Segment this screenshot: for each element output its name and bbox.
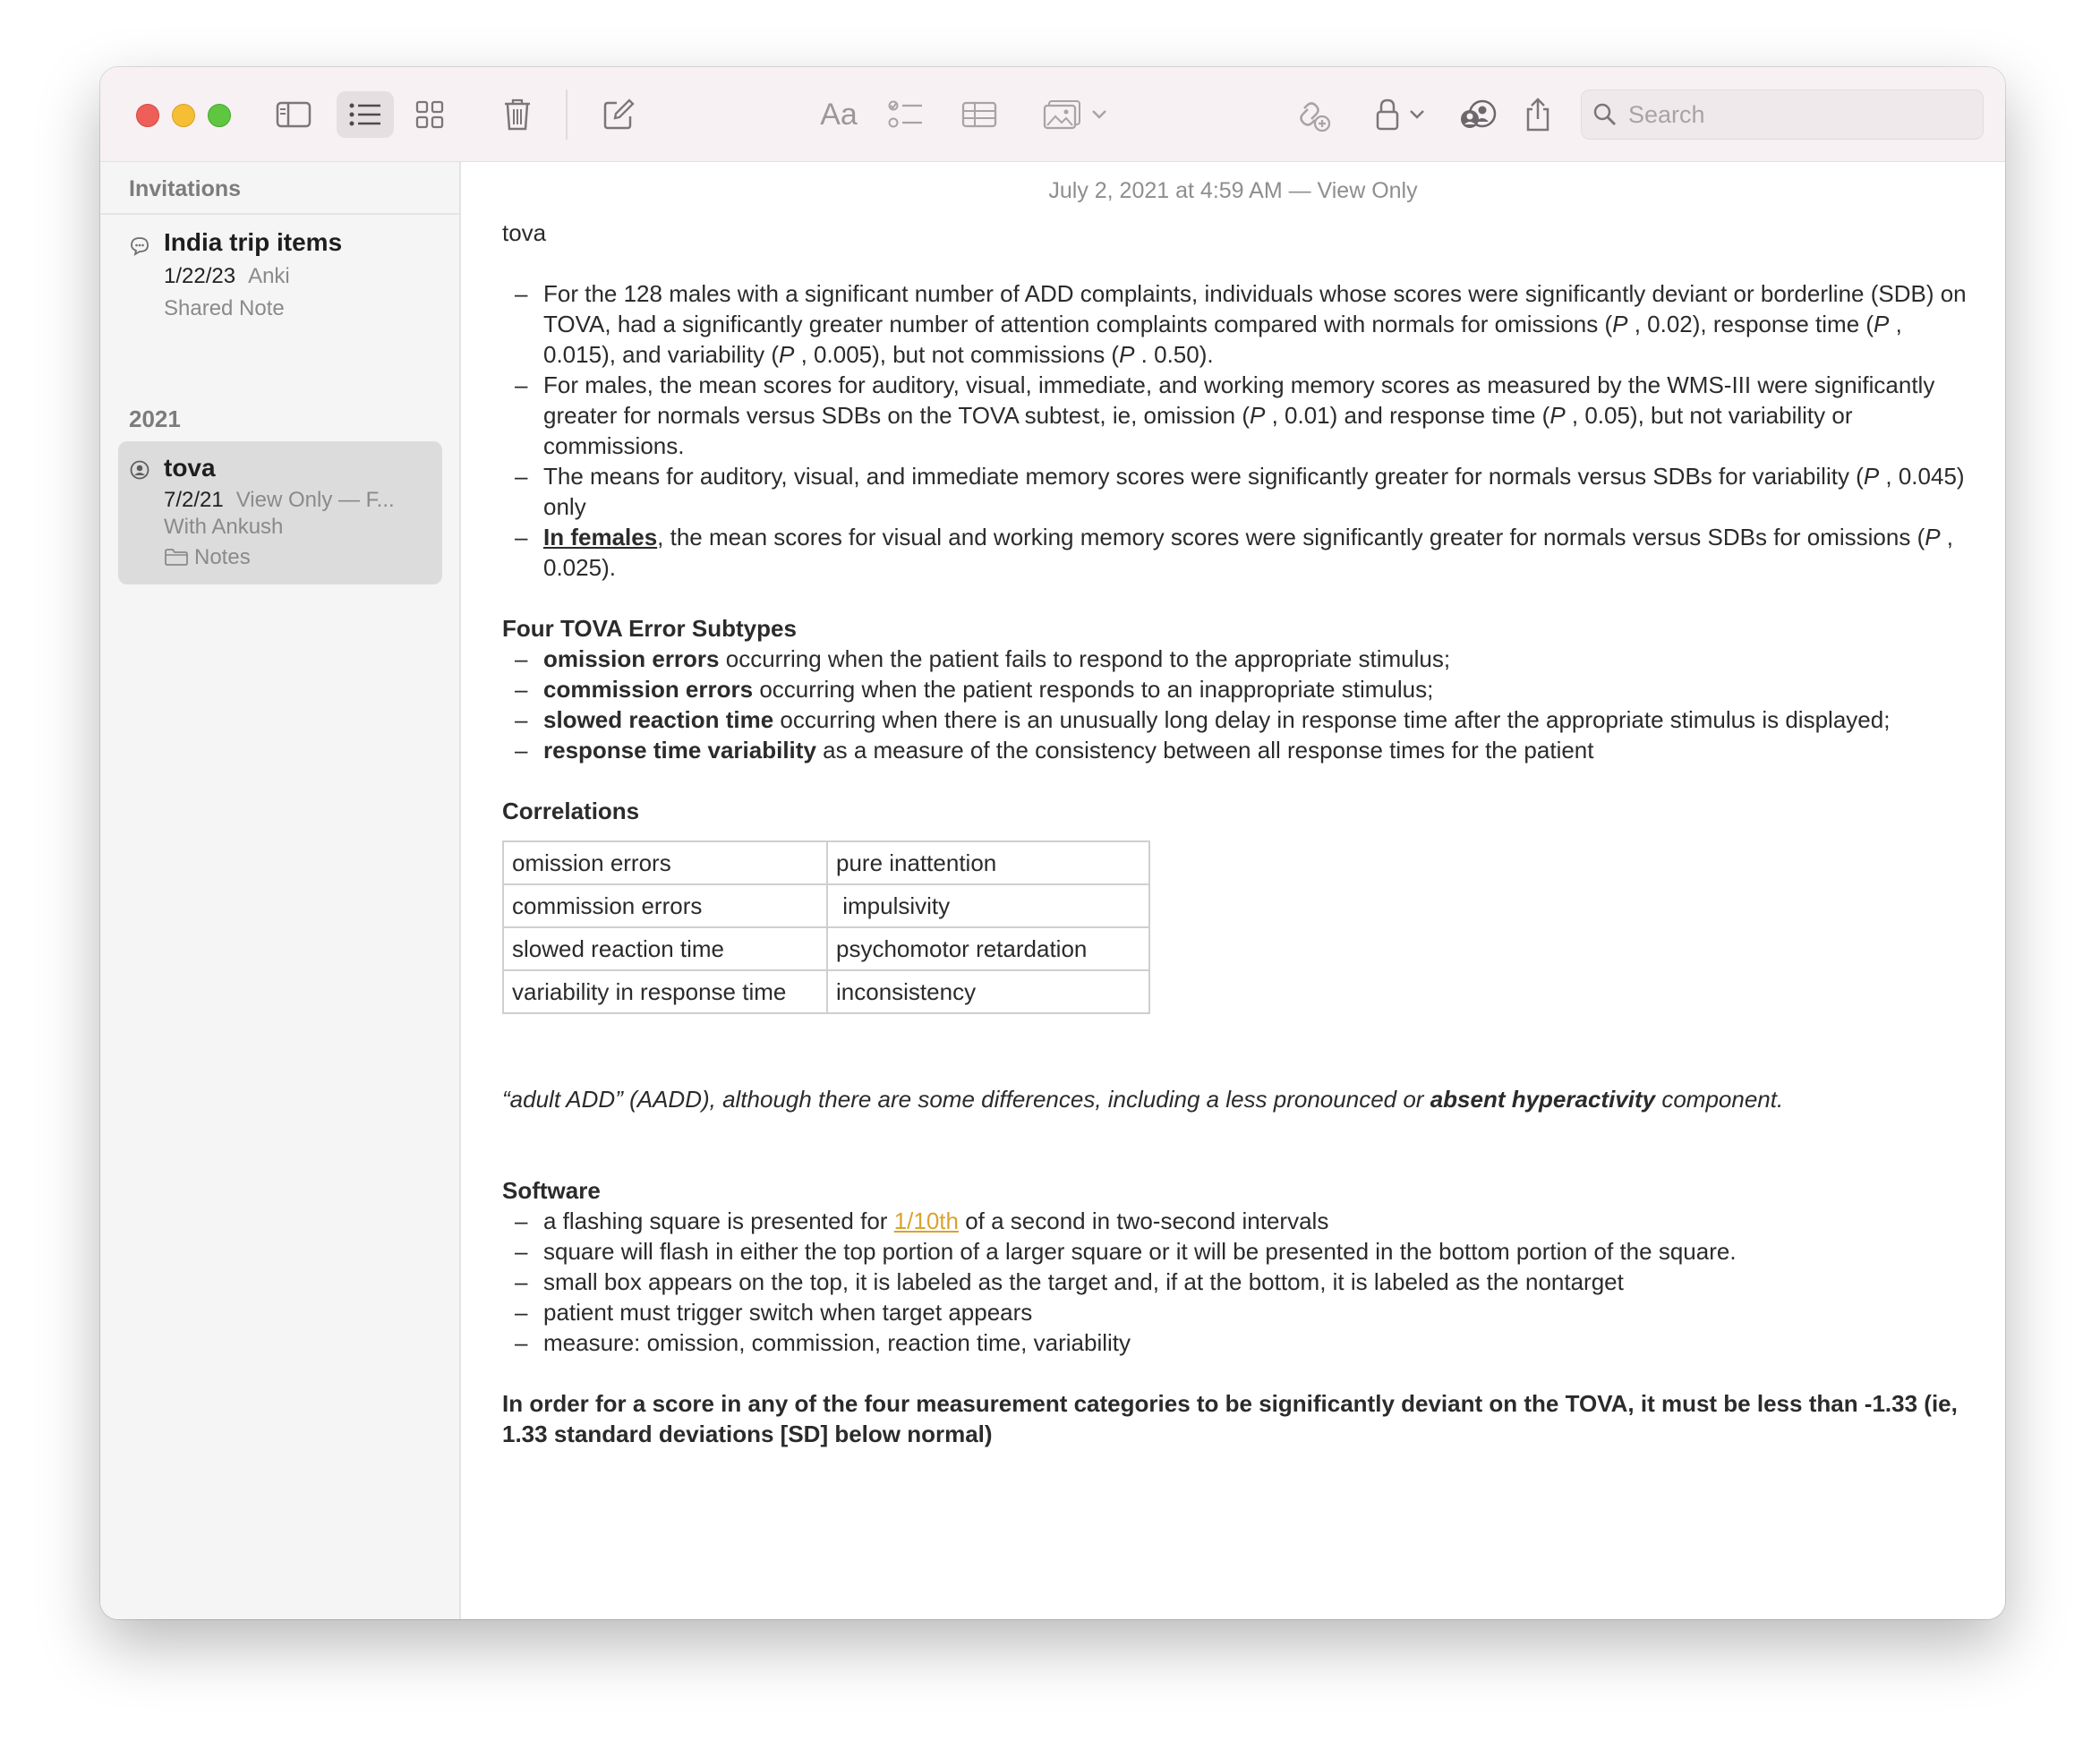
link-plus-icon: [1300, 102, 1331, 132]
trash-icon: [505, 98, 530, 131]
sidebar-divider: [100, 213, 459, 215]
format-button[interactable]: Aa: [807, 91, 870, 138]
sidebar-toggle-button[interactable]: [270, 91, 317, 138]
search-input[interactable]: [1626, 99, 1970, 130]
list-item: a flashing square is presented for 1/10t…: [502, 1206, 1979, 1236]
table-row: variability in response time inconsisten…: [502, 969, 1150, 1014]
note-title: India trip items: [164, 228, 343, 256]
correlations-table: omission errors pure inattention commiss…: [502, 840, 1150, 1014]
people-icon: [1461, 99, 1497, 128]
note-date: 1/22/23: [164, 264, 236, 288]
table-icon: [961, 101, 997, 128]
zoom-window-button[interactable]: [208, 104, 231, 127]
lock-icon: [1376, 98, 1399, 131]
shared-note-icon: [131, 237, 149, 256]
chevron-down-icon: [1410, 110, 1424, 119]
grid-icon: [415, 100, 444, 129]
collaborate-button[interactable]: [1287, 91, 1337, 138]
list-item: square will flash in either the top port…: [502, 1236, 1979, 1267]
collaboration-status-button[interactable]: [1454, 91, 1504, 138]
list-item: small box appears on the top, it is labe…: [502, 1267, 1979, 1297]
section-heading: Correlations: [502, 798, 640, 824]
note-shared-label: Shared Note: [164, 296, 285, 320]
photo-icon: [1043, 100, 1080, 130]
toolbar-separator: [566, 90, 568, 140]
table-button[interactable]: [954, 91, 1004, 138]
list-item: In females, the mean scores for visual a…: [502, 522, 1979, 583]
note-list-item-selected[interactable]: tova 7/2/21 View Only — F... With Ankush …: [118, 441, 442, 584]
table-cell[interactable]: variability in response time: [502, 969, 828, 1014]
note-editor[interactable]: July 2, 2021 at 4:59 AM — View Only tova…: [461, 162, 2005, 1619]
note-shared-with: With Ankush: [164, 515, 284, 539]
notes-window: Aa Search Invitations India trip items 1…: [100, 67, 2005, 1619]
inline-link[interactable]: 1/10th: [894, 1207, 959, 1234]
new-note-button[interactable]: [595, 91, 642, 138]
note-preview: View Only — F...: [235, 488, 395, 512]
note-list-item[interactable]: India trip items 1/22/23 Anki Shared Note: [118, 228, 442, 327]
note-body: tova For the 128 males with a significan…: [502, 218, 1979, 1449]
section-heading: Software: [502, 1177, 601, 1204]
table-row: commission errors impulsivity: [502, 883, 1150, 928]
note-title-line: tova: [502, 219, 547, 246]
list-view-button[interactable]: [337, 91, 394, 138]
sidebar-icon: [276, 101, 312, 128]
list-item: commission errors occurring when the pat…: [502, 674, 1979, 704]
list-item: The means for auditory, visual, and imme…: [502, 461, 1979, 522]
search-field[interactable]: [1581, 90, 1984, 140]
close-window-button[interactable]: [136, 104, 159, 127]
checklist-icon: [888, 100, 922, 128]
share-icon: [1526, 98, 1549, 132]
compose-icon: [603, 98, 635, 130]
search-icon: [1593, 103, 1616, 125]
notes-list-sidebar: Invitations India trip items 1/22/23 Anki…: [100, 162, 461, 1619]
table-cell[interactable]: slowed reaction time: [502, 926, 828, 971]
note-meta: 1/22/23 Anki: [164, 264, 290, 289]
table-cell[interactable]: omission errors: [502, 840, 828, 885]
quote-paragraph: “adult ADD” (AADD), although there are s…: [502, 1086, 1784, 1113]
list-item: For males, the mean scores for auditory,…: [502, 370, 1979, 461]
table-row: slowed reaction time psychomotor retarda…: [502, 926, 1150, 971]
checklist-button[interactable]: [881, 91, 931, 138]
section-header-2021: 2021: [129, 405, 181, 432]
note-timestamp: July 2, 2021 at 4:59 AM — View Only: [1048, 178, 1418, 203]
invitations-header: Invitations: [129, 176, 242, 201]
gallery-view-button[interactable]: [406, 91, 453, 138]
media-button[interactable]: [1038, 91, 1112, 138]
folder-icon: [165, 549, 188, 566]
note-date: 7/2/21: [164, 488, 224, 512]
table-cell[interactable]: pure inattention: [826, 840, 1150, 885]
list-item: For the 128 males with a significant num…: [502, 278, 1979, 370]
note-preview: Anki: [248, 264, 290, 288]
note-folder: Notes: [164, 545, 251, 570]
final-paragraph: In order for a score in any of the four …: [502, 1390, 1958, 1447]
toolbar: Aa: [100, 67, 2005, 162]
minimize-window-button[interactable]: [172, 104, 195, 127]
list-icon: [349, 103, 380, 126]
person-circle-icon: [130, 460, 149, 480]
folder-name: Notes: [194, 545, 251, 569]
chevron-down-icon: [1092, 110, 1106, 119]
table-cell[interactable]: inconsistency: [826, 969, 1150, 1014]
table-cell[interactable]: psychomotor retardation: [826, 926, 1150, 971]
table-cell[interactable]: commission errors: [502, 883, 828, 928]
table-cell[interactable]: impulsivity: [826, 883, 1150, 928]
delete-button[interactable]: [494, 91, 541, 138]
share-button[interactable]: [1515, 91, 1561, 138]
list-item: patient must trigger switch when target …: [502, 1297, 1979, 1327]
list-item: slowed reaction time occurring when ther…: [502, 704, 1979, 735]
list-item: measure: omission, commission, reaction …: [502, 1327, 1979, 1358]
list-item: omission errors occurring when the patie…: [502, 644, 1979, 674]
section-heading: Four TOVA Error Subtypes: [502, 615, 797, 642]
note-meta: 7/2/21 View Only — F...: [164, 488, 395, 513]
list-item: response time variability as a measure o…: [502, 735, 1979, 765]
table-row: omission errors pure inattention: [502, 840, 1150, 885]
note-title: tova: [164, 454, 216, 482]
lock-button[interactable]: [1364, 91, 1436, 138]
